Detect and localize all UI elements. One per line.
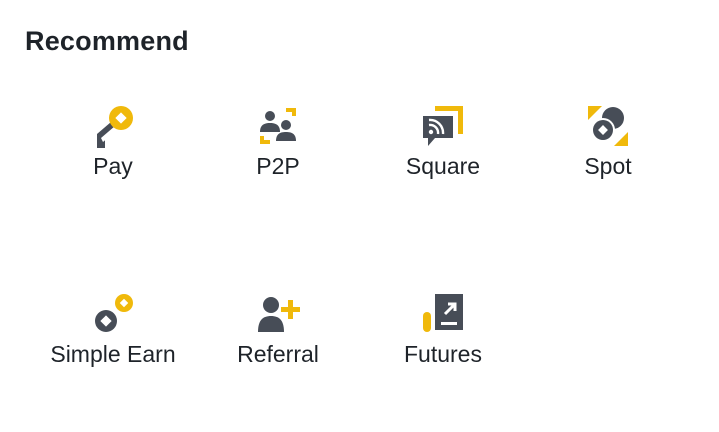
recommend-item-referral[interactable]: Referral [203, 268, 353, 408]
recommend-item-spot[interactable]: Spot [533, 80, 683, 220]
item-label: Futures [404, 341, 482, 367]
recommend-item-futures[interactable]: Futures [368, 268, 518, 408]
item-label: Square [405, 153, 481, 179]
spot-icon [586, 104, 630, 148]
item-label: Simple Earn [50, 341, 176, 367]
item-label: Referral [237, 341, 319, 367]
recommend-item-p2p[interactable]: P2P [203, 80, 353, 220]
item-label: P2P [256, 153, 300, 179]
futures-icon [421, 292, 465, 336]
square-icon [421, 104, 465, 148]
item-label: Spot [584, 153, 632, 179]
recommend-item-square[interactable]: Square [368, 80, 518, 220]
pay-icon [91, 104, 135, 148]
referral-icon [256, 292, 300, 336]
item-label: Pay [93, 153, 133, 179]
section-title: Recommend [25, 26, 189, 56]
recommend-item-simple-earn[interactable]: Simple Earn [38, 268, 188, 408]
recommend-item-pay[interactable]: Pay [38, 80, 188, 220]
simple-earn-icon [91, 292, 135, 336]
p2p-icon [256, 104, 300, 148]
